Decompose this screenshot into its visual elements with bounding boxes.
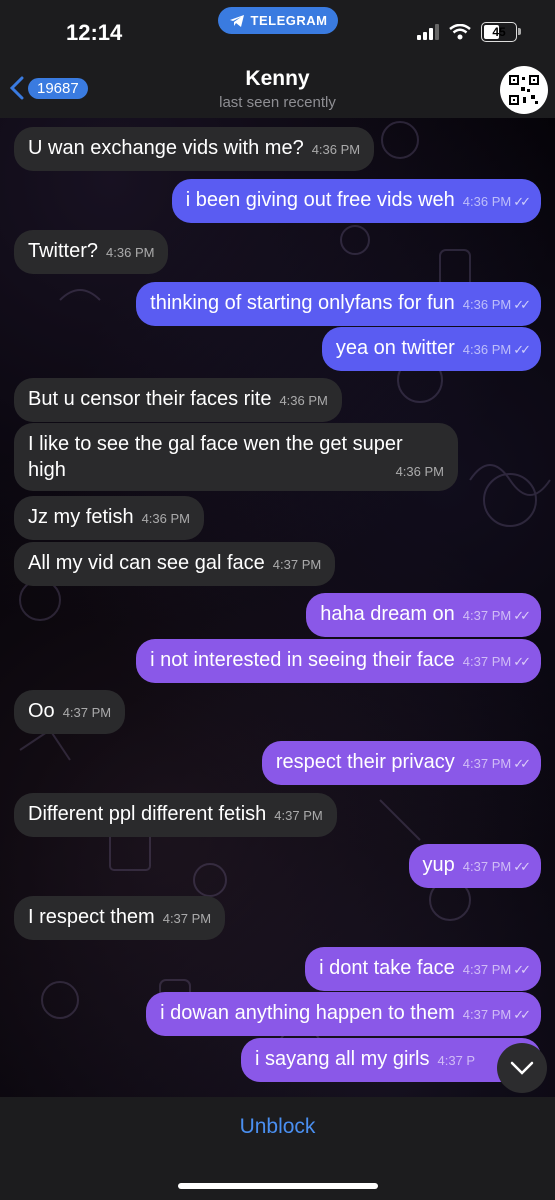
message-outgoing[interactable]: i dowan anything happen to them 4:37 PM ✓✓ [146,992,541,1036]
message-time: 4:37 PM [462,608,512,623]
battery-level: 45 [492,25,506,39]
read-checkmarks-icon: ✓✓ [513,1007,531,1022]
message-incoming[interactable]: I like to see the gal face wen the get s… [14,423,458,491]
message-time: 4:36 PM [106,245,155,260]
message-outgoing[interactable]: respect their privacy 4:37 PM ✓✓ [261,741,541,785]
message-text: Twitter? [28,240,99,262]
message-text: Different ppl different fetish [28,803,267,825]
message-time: 4:37 PM [462,756,512,771]
message-text: i not interested in seeing their face [150,649,455,671]
scroll-to-bottom-button[interactable] [497,1043,547,1093]
status-time: 12:14 [66,20,123,45]
message-time: 4:37 PM [62,705,112,720]
chevron-down-icon [510,1061,534,1075]
home-indicator [178,1183,378,1189]
message-outgoing[interactable]: i sayang all my girls 4:37 P [241,1038,541,1082]
signal-icon [417,24,439,40]
message-text: U wan exchange vids with me? [28,137,304,159]
battery-icon: 45 [481,22,521,42]
message-time: 4:37 PM [462,962,512,977]
telegram-icon [229,14,244,27]
message-outgoing[interactable]: i not interested in seeing their face 4:3… [136,639,541,683]
telegram-pill[interactable]: TELEGRAM [218,7,338,34]
message-time: 4:36 PM [141,511,190,526]
message-time: 4:36 PM [395,464,444,479]
message-text: All my vid can see gal face [28,552,265,574]
chat-header: 12:14 TELEGRAM 45 19687 Kenny last seen … [0,0,555,118]
message-text: I like to see the gal face wen the get s… [28,433,403,481]
message-text: respect their privacy [275,751,455,773]
message-text: i sayang all my girls [255,1048,430,1070]
message-incoming[interactable]: But u censor their faces rite 4:36 PM [14,378,342,422]
message-outgoing[interactable]: i dont take face 4:37 PM ✓✓ [305,947,541,991]
read-checkmarks-icon: ✓✓ [513,194,531,209]
telegram-pill-label: TELEGRAM [250,13,328,28]
message-incoming[interactable]: Jz my fetish 4:36 PM [14,496,204,540]
message-text: Jz my fetish [28,506,134,528]
message-text: i been giving out free vids weh [185,189,455,211]
message-time: 4:36 PM [462,342,512,357]
message-time: 4:36 PM [311,142,361,157]
message-text: I respect them [28,906,155,928]
message-text: haha dream on [320,603,455,625]
message-incoming[interactable]: All my vid can see gal face 4:37 PM [14,542,336,586]
qr-code-icon [509,75,539,105]
message-incoming[interactable]: Twitter? 4:36 PM [14,230,169,274]
read-checkmarks-icon: ✓✓ [513,297,531,312]
chat-title[interactable]: Kenny [0,67,555,91]
message-outgoing[interactable]: haha dream on 4:37 PM ✓✓ [306,593,541,637]
status-indicators: 45 [417,22,521,42]
message-time: 4:36 PM [279,393,328,408]
read-checkmarks-icon: ✓✓ [513,608,531,623]
message-time: 4:37 PM [462,859,512,874]
message-time: 4:37 PM [462,654,512,669]
message-text: yea on twitter [335,337,455,359]
message-time: 4:37 PM [274,808,323,823]
message-outgoing[interactable]: thinking of starting onlyfans for fun 4:3… [136,282,541,326]
message-time: 4:36 PM [462,194,512,209]
message-text: Oo [28,700,55,722]
avatar[interactable] [500,66,548,114]
message-time: 4:37 PM [162,911,212,926]
read-checkmarks-icon: ✓✓ [513,342,531,357]
unblock-button[interactable]: Unblock [0,1115,555,1139]
wifi-icon [449,24,471,40]
message-text: yup [422,854,455,876]
message-text: But u censor their faces rite [28,388,272,410]
message-incoming[interactable]: U wan exchange vids with me? 4:36 PM [14,127,375,171]
message-outgoing[interactable]: yea on twitter 4:36 PM ✓✓ [321,327,541,371]
message-time: 4:36 PM [462,297,512,312]
message-outgoing[interactable]: i been giving out free vids weh 4:36 PM ✓✓ [171,179,541,223]
message-text: i dont take face [319,957,455,979]
message-incoming[interactable]: Oo 4:37 PM [14,690,126,734]
read-checkmarks-icon: ✓✓ [513,962,531,977]
read-checkmarks-icon: ✓✓ [513,756,531,771]
message-outgoing[interactable]: yup 4:37 PM ✓✓ [408,844,541,888]
read-checkmarks-icon: ✓✓ [513,859,531,874]
message-time: 4:37 P [437,1053,476,1068]
message-text: i dowan anything happen to them [160,1002,455,1024]
bottom-bar: Unblock [0,1097,555,1200]
message-incoming[interactable]: I respect them 4:37 PM [14,896,226,940]
message-time: 4:37 PM [462,1007,512,1022]
message-incoming[interactable]: Different ppl different fetish 4:37 PM [14,793,337,837]
message-time: 4:37 PM [272,557,322,572]
read-checkmarks-icon: ✓✓ [513,654,531,669]
chat-subtitle: last seen recently [219,94,336,111]
message-text: thinking of starting onlyfans for fun [150,292,455,314]
